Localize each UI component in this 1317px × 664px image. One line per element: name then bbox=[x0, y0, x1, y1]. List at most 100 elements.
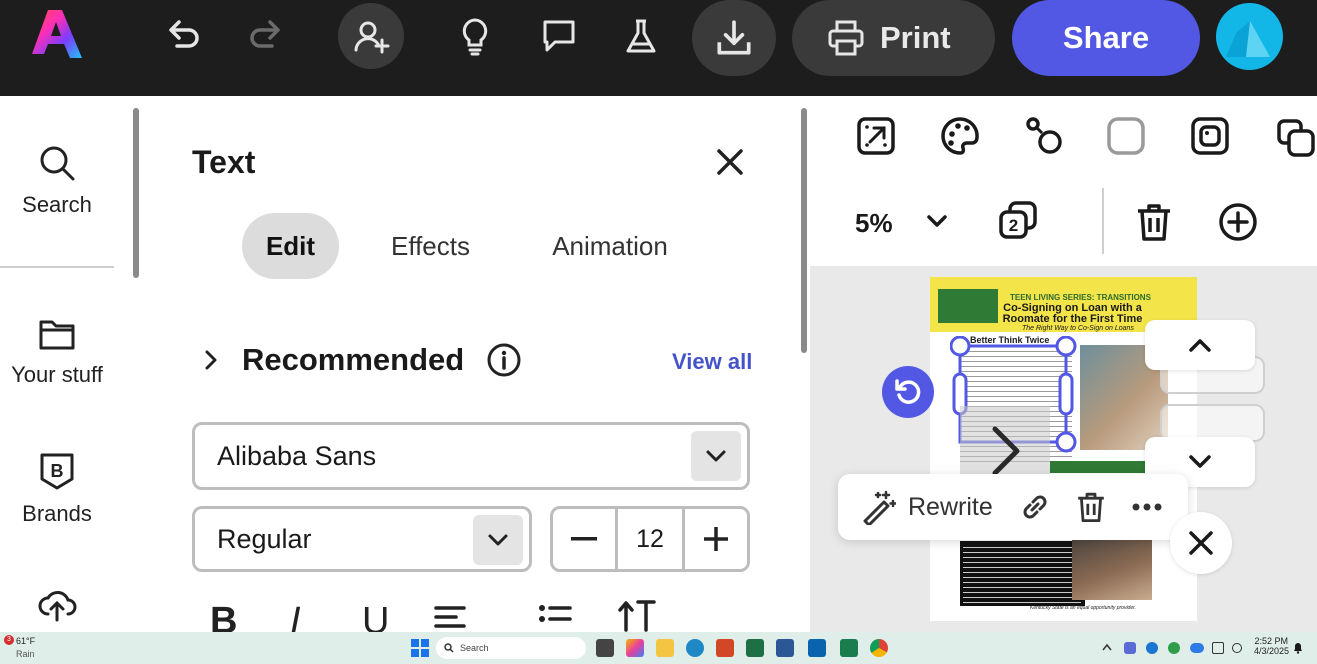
rail-your-stuff[interactable]: Your stuff bbox=[0, 316, 114, 388]
taskbar-search[interactable]: Search bbox=[436, 637, 586, 659]
document-series: TEEN LIVING SERIES: TRANSITIONS bbox=[1010, 293, 1151, 302]
word-icon[interactable] bbox=[776, 639, 794, 657]
onedrive-icon[interactable] bbox=[1190, 643, 1204, 653]
left-rail: Search Your stuff B Brands bbox=[0, 96, 130, 632]
task-view-icon[interactable] bbox=[596, 639, 614, 657]
chevron-down-icon[interactable] bbox=[926, 214, 948, 228]
view-all-link[interactable]: View all bbox=[672, 349, 752, 375]
edge-icon[interactable] bbox=[686, 639, 704, 657]
minus-icon bbox=[571, 537, 597, 541]
close-icon bbox=[1189, 531, 1213, 555]
chevron-right-icon bbox=[992, 426, 1020, 476]
publisher-icon[interactable] bbox=[840, 639, 858, 657]
font-size-value[interactable]: 12 bbox=[615, 509, 685, 569]
trash-icon[interactable] bbox=[1075, 491, 1107, 523]
rail-search[interactable]: Search bbox=[0, 144, 114, 218]
print-label: Print bbox=[880, 20, 951, 55]
link-icon[interactable] bbox=[1019, 491, 1051, 523]
trash-icon[interactable] bbox=[1134, 202, 1174, 242]
shapes-icon[interactable] bbox=[1024, 116, 1064, 156]
adobe-express-logo[interactable] bbox=[28, 8, 84, 60]
rail-brands[interactable]: B Brands bbox=[0, 451, 114, 527]
page-tools: 5% 2 bbox=[810, 96, 1317, 266]
chevron-right-icon bbox=[205, 350, 217, 370]
italic-button[interactable]: I bbox=[290, 600, 301, 632]
duplicate-page-icon[interactable] bbox=[1276, 118, 1316, 158]
mask-image-icon[interactable] bbox=[1190, 116, 1230, 156]
copilot-icon[interactable] bbox=[626, 639, 644, 657]
flask-icon[interactable] bbox=[608, 3, 674, 69]
weather-desc: Rain bbox=[16, 649, 35, 659]
left-rail-scrollbar[interactable] bbox=[133, 108, 139, 278]
bullet-list-icon[interactable] bbox=[538, 604, 572, 632]
university-logo bbox=[938, 289, 998, 323]
share-button[interactable]: Share bbox=[1012, 0, 1200, 76]
reset-icon[interactable] bbox=[882, 366, 934, 418]
close-context-button[interactable] bbox=[1170, 512, 1232, 574]
underline-button[interactable]: U bbox=[362, 600, 389, 632]
rail-upload[interactable] bbox=[0, 586, 114, 632]
palette-icon[interactable] bbox=[940, 116, 980, 156]
increase-size-button[interactable] bbox=[685, 509, 747, 569]
document-title: Co-Signing on Loan with a Roomate for th… bbox=[1002, 302, 1143, 325]
undo-icon[interactable] bbox=[150, 3, 216, 69]
display-icon[interactable] bbox=[1212, 642, 1224, 654]
add-page-icon[interactable] bbox=[1218, 202, 1258, 242]
page-count-icon[interactable]: 2 bbox=[998, 200, 1038, 240]
redo-icon[interactable] bbox=[233, 3, 299, 69]
volume-icon[interactable] bbox=[1232, 643, 1242, 653]
comment-icon[interactable] bbox=[526, 3, 592, 69]
cloud-upload-icon bbox=[38, 591, 77, 622]
powerpoint-icon[interactable] bbox=[716, 639, 734, 657]
font-family-select[interactable]: Alibaba Sans bbox=[192, 422, 750, 490]
weather-temp[interactable]: 61°F bbox=[16, 636, 35, 646]
clock-date: 4/3/2025 bbox=[1254, 646, 1290, 656]
panel-scrollbar[interactable] bbox=[801, 108, 807, 353]
download-icon[interactable] bbox=[692, 0, 776, 76]
windows-start-icon[interactable] bbox=[411, 639, 429, 657]
chrome-icon[interactable] bbox=[870, 639, 888, 657]
plus-icon bbox=[704, 527, 728, 551]
line-spacing-icon[interactable] bbox=[618, 598, 658, 632]
tab-animation[interactable]: Animation bbox=[530, 213, 690, 279]
magic-wand-icon[interactable] bbox=[860, 489, 896, 525]
avatar[interactable] bbox=[1216, 3, 1283, 70]
notification-bell-icon[interactable] bbox=[1293, 642, 1303, 654]
close-icon[interactable] bbox=[714, 146, 746, 178]
bluetooth-icon[interactable] bbox=[1146, 642, 1158, 654]
chevron-down-icon[interactable] bbox=[473, 515, 523, 565]
file-explorer-icon[interactable] bbox=[656, 639, 674, 657]
bold-button[interactable]: B bbox=[210, 600, 237, 632]
clock-time: 2:52 PM bbox=[1254, 636, 1288, 646]
rail-brands-label: Brands bbox=[22, 501, 92, 526]
tray-app-icon[interactable] bbox=[1124, 642, 1136, 654]
recommended-row[interactable]: Recommended bbox=[202, 342, 522, 378]
rewrite-label[interactable]: Rewrite bbox=[908, 493, 993, 522]
decrease-size-button[interactable] bbox=[553, 509, 615, 569]
chevron-down-icon bbox=[1189, 455, 1211, 468]
context-menu: Rewrite bbox=[838, 474, 1188, 540]
resize-icon[interactable] bbox=[856, 116, 896, 156]
toolbar-separator bbox=[1102, 188, 1104, 254]
move-up-button[interactable] bbox=[1145, 320, 1255, 370]
font-weight-select[interactable]: Regular bbox=[192, 506, 532, 572]
clock[interactable]: 2:52 PM 4/3/2025 bbox=[1254, 636, 1290, 656]
print-button[interactable]: Print bbox=[792, 0, 995, 76]
tab-edit[interactable]: Edit bbox=[242, 213, 339, 279]
rounded-square-icon[interactable] bbox=[1106, 116, 1146, 156]
tray-chrome-icon[interactable] bbox=[1168, 642, 1180, 654]
lightbulb-icon[interactable] bbox=[442, 3, 508, 69]
tab-effects[interactable]: Effects bbox=[372, 213, 489, 279]
invite-user-icon[interactable] bbox=[338, 3, 404, 69]
chevron-down-icon[interactable] bbox=[691, 431, 741, 481]
outlook-icon[interactable] bbox=[808, 639, 826, 657]
more-options-icon[interactable] bbox=[1131, 502, 1163, 512]
search-icon bbox=[40, 146, 75, 181]
zoom-level[interactable]: 5% bbox=[855, 208, 893, 239]
font-size-stepper: 12 bbox=[550, 506, 750, 572]
excel-icon[interactable] bbox=[746, 639, 764, 657]
document-footer: Kentucky State is an equal opportunity p… bbox=[1030, 605, 1136, 611]
info-icon[interactable] bbox=[486, 342, 522, 378]
chevron-up-icon[interactable] bbox=[1102, 643, 1112, 651]
align-left-icon[interactable] bbox=[434, 604, 466, 632]
